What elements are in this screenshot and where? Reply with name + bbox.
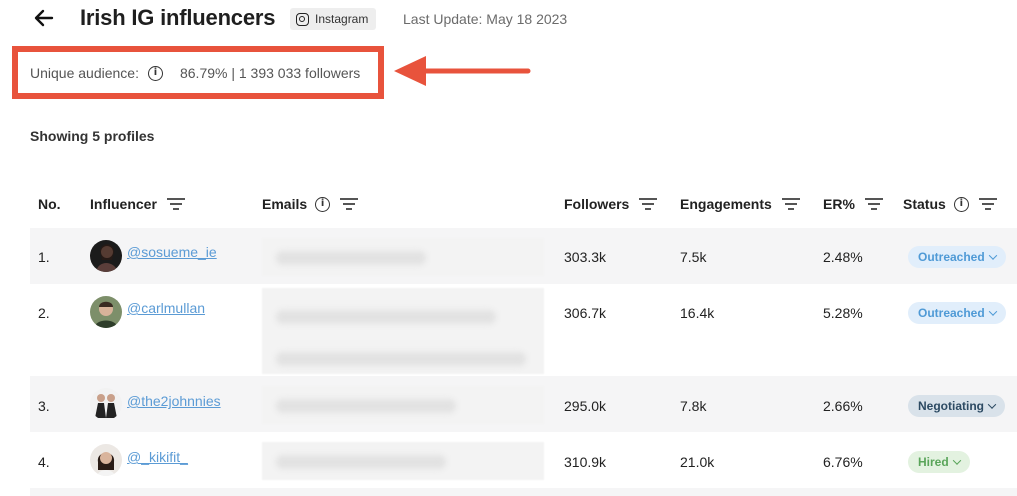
email-blurred	[262, 238, 544, 276]
column-emails-label: Emails	[262, 196, 308, 212]
filter-icon[interactable]	[978, 198, 997, 210]
info-icon[interactable]: i	[315, 196, 331, 212]
instagram-icon	[296, 12, 309, 26]
status-label: Hired	[918, 455, 949, 469]
chevron-down-icon	[988, 251, 997, 260]
status-label: Negotiating	[918, 399, 984, 413]
info-icon[interactable]: i	[953, 196, 969, 212]
er-value: 5.28%	[823, 305, 863, 321]
followers-value: 303.3k	[564, 249, 607, 265]
email-blurred	[262, 442, 544, 480]
followers-value: 306.7k	[564, 305, 607, 321]
filter-icon[interactable]	[166, 198, 185, 210]
column-no: No.	[38, 196, 61, 212]
influencer-handle[interactable]: @_kikifit_	[127, 449, 188, 465]
column-status-label: Status	[903, 196, 946, 212]
audience-value: 86.79% | 1 393 033 followers	[179, 65, 361, 81]
column-emails: Emails i	[262, 196, 359, 212]
column-er-label: ER%	[823, 196, 855, 212]
platform-badge: Instagram	[290, 8, 377, 30]
chevron-down-icon	[987, 400, 997, 409]
row-number: 3.	[38, 398, 50, 414]
avatar	[90, 388, 122, 420]
column-influencer: Influencer	[90, 196, 185, 212]
er-value: 2.66%	[823, 398, 863, 414]
column-influencer-label: Influencer	[90, 196, 157, 212]
column-followers-label: Followers	[564, 196, 630, 212]
influencer-handle[interactable]: @sosueme_ie	[127, 244, 217, 260]
influencer-handle[interactable]: @carlmullan	[127, 300, 205, 316]
er-value: 6.76%	[823, 454, 863, 470]
audience-label: Unique audience:	[30, 65, 139, 81]
column-engagements: Engagements	[680, 196, 800, 212]
status-dropdown[interactable]: Negotiating	[908, 395, 1005, 417]
table-header: No. Influencer Emails i Followers Engage…	[30, 184, 1017, 226]
back-arrow-icon	[34, 9, 54, 27]
status-dropdown[interactable]: Hired	[908, 451, 970, 473]
row-number: 2.	[38, 305, 50, 321]
filter-icon[interactable]	[639, 198, 658, 210]
chevron-down-icon	[988, 307, 997, 316]
avatar	[90, 444, 122, 476]
page-title: Irish IG influencers	[80, 5, 276, 30]
status-label: Outreached	[918, 306, 985, 320]
influencer-handle[interactable]: @the2johnnies	[127, 393, 221, 409]
engagements-value: 7.5k	[680, 249, 707, 265]
status-dropdown[interactable]: Outreached	[908, 246, 1006, 268]
last-update: Last Update: May 18 2023	[403, 11, 568, 27]
column-followers: Followers	[564, 196, 658, 212]
filter-icon[interactable]	[340, 198, 359, 210]
email-blurred	[262, 288, 544, 374]
engagements-value: 16.4k	[680, 305, 715, 321]
platform-label: Instagram	[315, 12, 369, 26]
row-number: 4.	[38, 454, 50, 470]
info-icon[interactable]: i	[147, 65, 163, 81]
column-er: ER%	[823, 196, 883, 212]
table-row[interactable]: 4. @_kikifit_ 310.9k 21.0k 6.76% Hired	[30, 432, 1017, 488]
filter-icon[interactable]	[781, 198, 800, 210]
avatar	[90, 296, 122, 328]
email-blurred	[262, 386, 544, 424]
unique-audience: Unique audience: i 86.79% | 1 393 033 fo…	[30, 65, 360, 81]
back-button[interactable]	[30, 4, 58, 32]
status-dropdown[interactable]: Outreached	[908, 302, 1006, 324]
profiles-count: Showing 5 profiles	[30, 128, 155, 144]
followers-value: 310.9k	[564, 454, 607, 470]
er-value: 2.48%	[823, 249, 863, 265]
status-label: Outreached	[918, 250, 985, 264]
column-no-label: No.	[38, 196, 61, 212]
followers-value: 295.0k	[564, 398, 607, 414]
filter-icon[interactable]	[864, 198, 883, 210]
chevron-down-icon	[952, 456, 961, 465]
engagements-value: 21.0k	[680, 454, 715, 470]
annotation-arrow	[394, 56, 531, 86]
table-row	[30, 488, 1017, 496]
avatar	[90, 240, 122, 272]
table-row[interactable]: 1. @sosueme_ie 303.3k 7.5k 2.48% Outreac…	[30, 228, 1017, 284]
column-engagements-label: Engagements	[680, 196, 772, 212]
engagements-value: 7.8k	[680, 398, 707, 414]
table-row[interactable]: 3. @the2johnnies 295.0k 7.8k 2.66% Negot…	[30, 376, 1017, 432]
row-number: 1.	[38, 249, 50, 265]
table-row[interactable]: 2. @carlmullan 306.7k 16.4k 5.28% Outrea…	[30, 284, 1017, 376]
column-status: Status i	[903, 196, 997, 212]
